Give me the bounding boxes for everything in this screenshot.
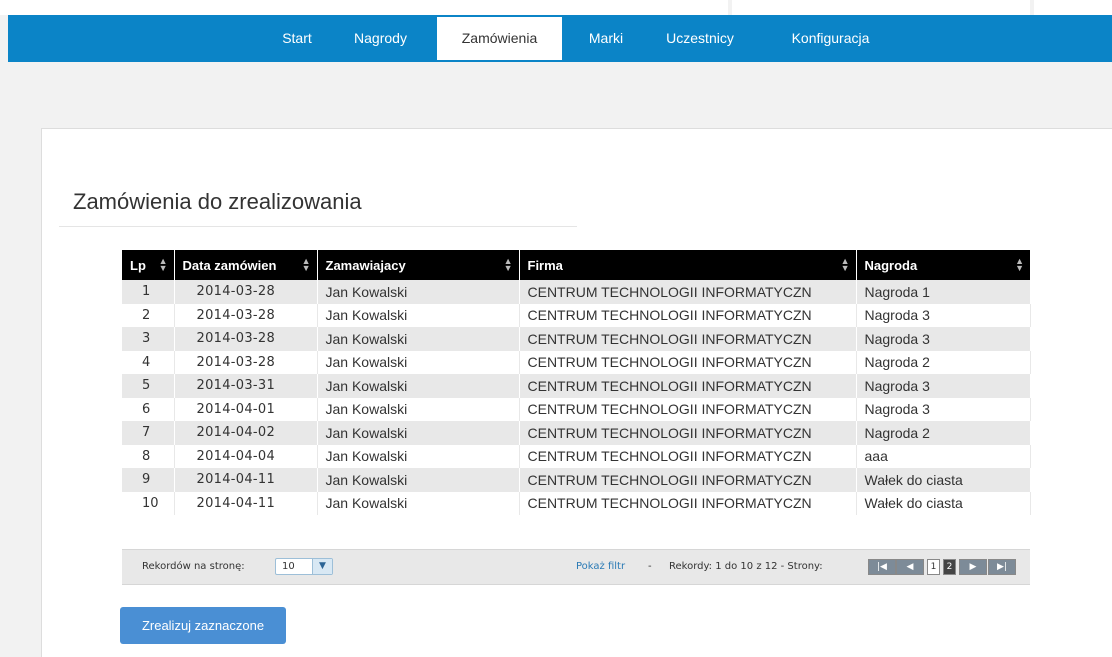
left-gutter — [0, 15, 8, 657]
cell-customer: Jan Kowalski — [317, 327, 520, 351]
cell-company: CENTRUM TECHNOLOGII INFORMATYCZN — [519, 327, 857, 351]
cell-prize: Nagroda 3 — [856, 374, 1030, 398]
per-page-label: Rekordów na stronę: — [142, 561, 245, 572]
cell-customer: Jan Kowalski — [317, 491, 520, 515]
cell-company: CENTRUM TECHNOLOGII INFORMATYCZN — [519, 303, 857, 327]
first-page-icon[interactable]: |◀ — [868, 559, 896, 575]
nav-item-marki[interactable]: Marki — [581, 17, 631, 60]
next-page-icon[interactable]: ▶ — [959, 559, 987, 575]
cell-lp: 1 — [122, 280, 175, 304]
cell-lp: 10 — [122, 491, 175, 515]
cell-company: CENTRUM TECHNOLOGII INFORMATYCZN — [519, 491, 857, 515]
cell-lp: 9 — [122, 468, 175, 492]
cell-date: 2014-03-28 — [174, 303, 318, 327]
cell-customer: Jan Kowalski — [317, 468, 520, 492]
cell-date: 2014-03-28 — [174, 350, 318, 374]
cell-prize: Nagroda 3 — [856, 397, 1031, 421]
cell-company: CENTRUM TECHNOLOGII INFORMATYCZN — [519, 280, 857, 304]
page-title: Zamówienia do zrealizowania — [73, 189, 362, 214]
cell-date: 2014-04-11 — [174, 468, 318, 492]
show-filter-link[interactable]: Pokaż filtr — [576, 561, 625, 572]
cell-customer: Jan Kowalski — [317, 444, 520, 468]
cell-customer: Jan Kowalski — [317, 350, 520, 374]
nav-item-nagrody[interactable]: Nagrody — [348, 17, 413, 60]
cell-date: 2014-03-28 — [174, 327, 318, 351]
nav-item-start[interactable]: Start — [272, 17, 322, 60]
sort-icon: ▲ ▼ — [301, 256, 311, 273]
chevron-down-icon[interactable]: ▼ — [312, 559, 332, 574]
sort-icon: ▲ ▼ — [503, 256, 513, 273]
prev-page-icon[interactable]: ◀ — [896, 559, 924, 575]
table-row[interactable]: 2 2014-03-28 Jan Kowalski CENTRUM TECHNOLOG… — [122, 303, 1031, 327]
cell-company: CENTRUM TECHNOLOGII INFORMATYCZN — [519, 374, 857, 398]
cell-prize: Nagroda 3 — [856, 327, 1030, 351]
cell-company: CENTRUM TECHNOLOGII INFORMATYCZN — [519, 468, 857, 492]
cell-lp: 8 — [122, 444, 175, 468]
title-divider — [59, 226, 577, 227]
cell-lp: 4 — [122, 350, 175, 374]
cell-date: 2014-04-02 — [174, 421, 318, 445]
cell-customer: Jan Kowalski — [317, 374, 520, 398]
cell-lp: 5 — [122, 374, 175, 398]
cell-company: CENTRUM TECHNOLOGII INFORMATYCZN — [519, 444, 857, 468]
cell-prize: Wałek do ciasta — [856, 491, 1031, 515]
cell-customer: Jan Kowalski — [317, 280, 520, 304]
realize-selected-button[interactable]: Zrealizuj zaznaczone — [120, 607, 286, 644]
nav-item-konfiguracja[interactable]: Konfiguracja — [778, 17, 883, 60]
column-header-lp[interactable]: Lp ▲ ▼ — [122, 250, 175, 280]
page-button-2[interactable]: 2 — [943, 559, 956, 575]
cell-company: CENTRUM TECHNOLOGII INFORMATYCZN — [519, 397, 857, 421]
sort-icon: ▲ ▼ — [1015, 256, 1024, 273]
cell-date: 2014-04-04 — [174, 444, 318, 468]
cell-customer: Jan Kowalski — [317, 303, 520, 327]
cell-lp: 7 — [122, 421, 175, 445]
nav-item-uczestnicy[interactable]: Uczestnicy — [655, 17, 745, 60]
cell-prize: Nagroda 2 — [856, 350, 1031, 374]
table-row[interactable]: 1 2014-03-28 Jan Kowalski CENTRUM TECHNOLOG… — [122, 280, 1030, 304]
cell-prize: aaa — [856, 444, 1031, 468]
cell-company: CENTRUM TECHNOLOGII INFORMATYCZN — [519, 421, 857, 445]
column-header-prize[interactable]: Nagroda ▲ ▼ — [856, 250, 1030, 280]
sort-icon: ▲ ▼ — [840, 256, 850, 273]
cell-lp: 3 — [122, 327, 175, 351]
table-row[interactable]: 10 2014-04-11 Jan Kowalski CENTRUM TECHNOLO… — [122, 491, 1031, 515]
cell-prize: Nagroda 1 — [856, 280, 1030, 304]
table-row[interactable]: 6 2014-04-01 Jan Kowalski CENTRUM TECHNOLOG… — [122, 397, 1031, 421]
table-row[interactable]: 8 2014-04-04 Jan Kowalski CENTRUM TECHNOLOG… — [122, 444, 1031, 468]
orders-table: Lp ▲ ▼ Data zamówien ▲ ▼ Zamawiajacy ▲ ▼ Firma… — [122, 250, 1031, 515]
cell-date: 2014-04-11 — [174, 491, 318, 515]
cell-date: 2014-03-28 — [174, 280, 318, 304]
main-navbar: Start Nagrody Zamówienia Marki Uczestnic… — [8, 15, 1112, 62]
cell-lp: 6 — [122, 397, 175, 421]
per-page-value: 10 — [282, 561, 295, 572]
column-header-customer[interactable]: Zamawiajacy ▲ ▼ — [317, 250, 520, 280]
sort-icon: ▲ ▼ — [158, 256, 168, 273]
top-strip — [0, 0, 1112, 15]
cell-company: CENTRUM TECHNOLOGII INFORMATYCZN — [519, 350, 857, 374]
table-row[interactable]: 9 2014-04-11 Jan Kowalski CENTRUM TECHNOLOG… — [122, 468, 1030, 492]
cell-customer: Jan Kowalski — [317, 397, 520, 421]
nav-item-zamowienia[interactable]: Zamówienia — [437, 17, 562, 60]
last-page-icon[interactable]: ▶| — [988, 559, 1016, 575]
cell-date: 2014-04-01 — [174, 397, 318, 421]
table-row[interactable]: 7 2014-04-02 Jan Kowalski CENTRUM TECHNOLOG… — [122, 421, 1030, 445]
table-row[interactable]: 4 2014-03-28 Jan Kowalski CENTRUM TECHNOLOG… — [122, 350, 1031, 374]
table-pager: Rekordów na stronę: 10 ▼ Pokaż filtr - R… — [122, 549, 1030, 585]
cell-prize: Nagroda 3 — [856, 303, 1031, 327]
table-row[interactable]: 3 2014-03-28 Jan Kowalski CENTRUM TECHNOLOG… — [122, 327, 1030, 351]
records-info: Rekordy: 1 do 10 z 12 - Strony: — [669, 561, 823, 572]
cell-customer: Jan Kowalski — [317, 421, 520, 445]
cell-date: 2014-03-31 — [174, 374, 318, 398]
cell-prize: Nagroda 2 — [856, 421, 1030, 445]
pager-separator: - — [648, 561, 652, 572]
per-page-select[interactable]: 10 ▼ — [275, 558, 333, 575]
table-row[interactable]: 5 2014-03-31 Jan Kowalski CENTRUM TECHNOLOG… — [122, 374, 1030, 398]
column-header-date[interactable]: Data zamówien ▲ ▼ — [174, 250, 318, 280]
column-header-company[interactable]: Firma ▲ ▼ — [519, 250, 857, 280]
cell-lp: 2 — [122, 303, 175, 327]
page-button-1[interactable]: 1 — [927, 559, 940, 575]
cell-prize: Wałek do ciasta — [856, 468, 1030, 492]
